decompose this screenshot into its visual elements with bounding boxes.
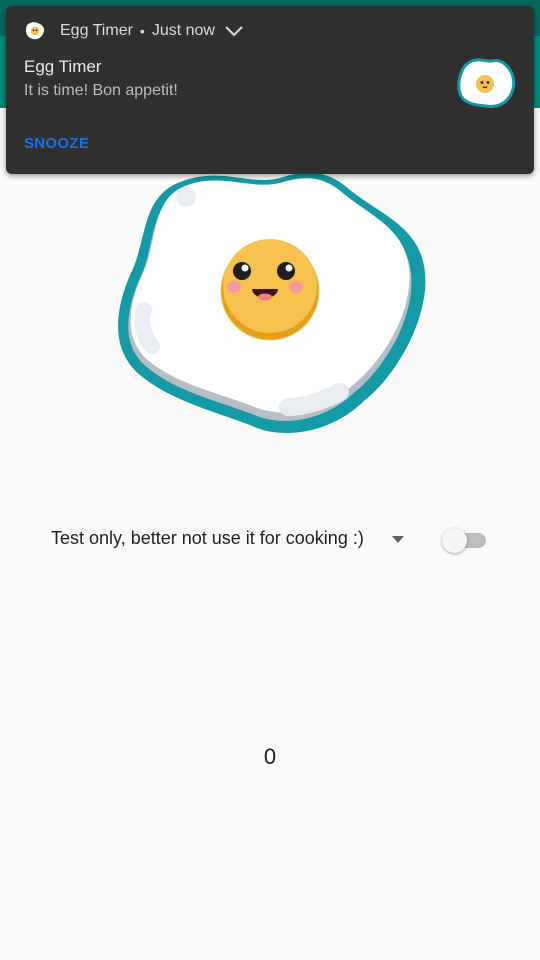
dropdown-arrow-icon <box>392 536 404 543</box>
fried-egg-large-icon <box>457 58 516 108</box>
fried-egg-illustration <box>100 160 440 460</box>
notification-time: Just now <box>151 22 215 39</box>
snooze-button[interactable]: SNOOZE <box>24 135 89 152</box>
fried-egg-icon <box>26 22 44 40</box>
notification-header: Egg Timer • Just now <box>24 20 243 42</box>
cook-time-spinner[interactable]: Test only, better not use it for cooking… <box>36 510 416 570</box>
chevron-down-icon[interactable] <box>225 25 243 37</box>
notification-title: Egg Timer <box>24 57 102 76</box>
notification-card[interactable]: Egg Timer • Just now Egg Timer It is tim… <box>6 6 534 174</box>
notification-separator: • <box>139 23 145 39</box>
timer-switch[interactable] <box>442 526 488 554</box>
controls-row: Test only, better not use it for cooking… <box>0 510 540 570</box>
spinner-selected-label: Test only, better not use it for cooking… <box>51 528 364 548</box>
notification-app-name: Egg Timer <box>60 22 133 39</box>
notification-body: It is time! Bon appetit! <box>24 82 178 99</box>
switch-thumb <box>442 528 467 553</box>
timer-value: 0 <box>263 744 277 769</box>
